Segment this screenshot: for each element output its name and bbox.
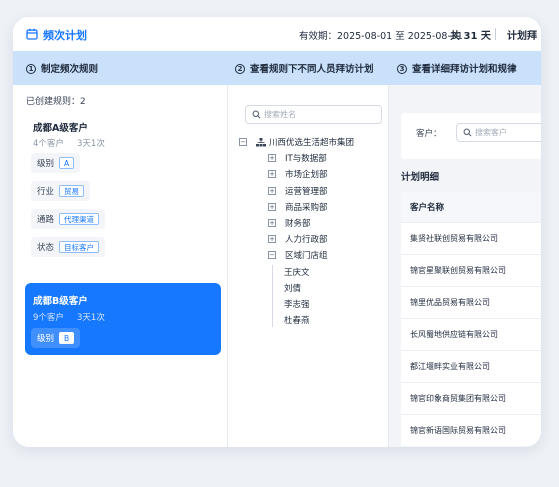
- rule-title: 成都B级客户: [33, 296, 88, 307]
- customer-filter: 客户： 搜索客户: [401, 113, 541, 159]
- tree-node[interactable]: + 财务部: [268, 217, 311, 229]
- condition-tag: 代理渠道: [59, 213, 100, 225]
- condition-channel: 通路 代理渠道: [31, 209, 106, 229]
- customer-table: 客户名称 集贤社联创贸易有限公司 锦官星聚联创贸易有限公司 锦里优品贸易有限公司…: [401, 192, 541, 446]
- tree-node[interactable]: + 人力行政部: [268, 233, 328, 245]
- customer-search-input[interactable]: 搜索客户: [456, 123, 541, 142]
- tree-guide-line: [272, 265, 273, 327]
- expand-icon[interactable]: +: [268, 235, 276, 243]
- tree-node[interactable]: + IT与数据部: [268, 152, 327, 164]
- department-label: 区域门店组: [285, 251, 328, 261]
- collapse-icon[interactable]: −: [268, 251, 276, 259]
- department-label: 市场企划部: [285, 170, 328, 180]
- header-bar: 频次计划 有效期：2025-08-01 至 2025-08-31 共 31 天 …: [13, 17, 541, 51]
- expand-icon[interactable]: +: [268, 219, 276, 227]
- plan-detail-title: 计划明细: [401, 172, 440, 183]
- step-3: 3 查看详细拜访计划和规律: [397, 61, 517, 75]
- tree-root-label: 川西优选生活超市集团: [269, 138, 355, 148]
- header-divider: [495, 28, 496, 40]
- rule-customer-count: 4个客户: [33, 139, 64, 149]
- table-row[interactable]: 锦里优品贸易有限公司: [401, 286, 541, 318]
- search-icon: [252, 110, 261, 119]
- condition-tag: A: [59, 157, 75, 169]
- condition-label: 级别: [37, 334, 55, 344]
- condition-tag: 目标客户: [59, 241, 100, 253]
- expand-icon[interactable]: +: [268, 170, 276, 178]
- column-header[interactable]: 客户名称: [401, 192, 541, 222]
- search-placeholder: 搜索姓名: [264, 110, 296, 119]
- step-number: 1: [26, 64, 36, 74]
- department-label: IT与数据部: [285, 154, 327, 164]
- org-chart-icon: [256, 137, 266, 146]
- collapse-icon[interactable]: −: [239, 138, 247, 146]
- department-label: 运营管理部: [285, 187, 328, 197]
- condition-level: 级别 A: [31, 153, 81, 173]
- rule-frequency: 3天1次: [77, 313, 105, 323]
- department-label: 财务部: [285, 219, 311, 229]
- step-1: 1 制定频次规则: [26, 61, 98, 75]
- rule-count: 已创建规则：2: [26, 97, 86, 107]
- condition-label: 级别: [37, 159, 55, 169]
- expand-icon[interactable]: +: [268, 187, 276, 195]
- step-2: 2 查看规则下不同人员拜访计划: [235, 61, 374, 75]
- condition-label: 行业: [37, 187, 55, 197]
- search-icon: [463, 128, 472, 137]
- tree-node[interactable]: + 商品采购部: [268, 201, 328, 213]
- expand-icon[interactable]: +: [268, 154, 276, 162]
- tree-node[interactable]: + 市场企划部: [268, 168, 328, 180]
- rule-frequency: 3天1次: [77, 139, 105, 149]
- condition-industry: 行业 贸易: [31, 181, 91, 201]
- tree-node[interactable]: − 区域门店组: [268, 249, 328, 261]
- search-placeholder: 搜索客户: [475, 128, 507, 137]
- step-label: 查看详细拜访计划和规律: [412, 64, 517, 75]
- validity-range: 有效期：2025-08-01 至 2025-08-31: [299, 31, 463, 42]
- tree-node[interactable]: + 运营管理部: [268, 185, 328, 197]
- step-number: 2: [235, 64, 245, 74]
- department-label: 人力行政部: [285, 235, 328, 245]
- expand-icon[interactable]: +: [268, 203, 276, 211]
- step-number: 3: [397, 64, 407, 74]
- plan-detail-panel: 客户： 搜索客户 计划明细 客户名称 集贤社联创贸易有限公司 锦官星聚联创贸易有…: [389, 85, 541, 447]
- frequency-plan-card: 频次计划 有效期：2025-08-01 至 2025-08-31 共 31 天 …: [13, 17, 541, 447]
- tree-person[interactable]: 王庆文: [284, 266, 310, 278]
- table-row[interactable]: 锦官星聚联创贸易有限公司: [401, 254, 541, 286]
- condition-tag: B: [59, 332, 75, 344]
- tree-root[interactable]: − 川西优选生活超市集团: [239, 136, 354, 148]
- condition-label: 状态: [37, 243, 55, 253]
- table-row[interactable]: 长风蜀地供应链有限公司: [401, 318, 541, 350]
- condition-status: 状态 目标客户: [31, 237, 106, 257]
- org-tree-panel: 搜索姓名 − 川西优选生活超市集团 + IT与数据部 + 市场企划部 + 运营管理部 …: [228, 85, 388, 447]
- condition-level: 级别 B: [31, 328, 81, 348]
- table-row[interactable]: 锦官印象商贸集团有限公司: [401, 382, 541, 414]
- department-label: 商品采购部: [285, 203, 328, 213]
- rule-card-b-selected[interactable]: 成都B级客户 9个客户 3天1次 级别 B: [25, 283, 221, 355]
- tree-person[interactable]: 李志强: [284, 298, 310, 310]
- name-search-input[interactable]: 搜索姓名: [245, 105, 382, 124]
- step-label: 制定频次规则: [41, 64, 99, 75]
- tree-person[interactable]: 杜春燕: [284, 314, 310, 326]
- rules-panel: 已创建规则：2 成都A级客户 4个客户 3天1次 级别 A 行业 贸易 通路 代理渠道…: [13, 85, 227, 447]
- table-row[interactable]: 锦官新语国际贸易有限公司: [401, 414, 541, 446]
- table-row[interactable]: 都江堰畔实业有限公司: [401, 350, 541, 382]
- total-days: 共 31 天: [450, 31, 491, 42]
- rule-title: 成都A级客户: [33, 123, 88, 134]
- table-row[interactable]: 集贤社联创贸易有限公司: [401, 222, 541, 254]
- condition-tag: 贸易: [59, 185, 85, 197]
- calendar-icon: [26, 28, 38, 40]
- step-label: 查看规则下不同人员拜访计划: [250, 64, 374, 75]
- tree-person[interactable]: 刘倩: [284, 282, 301, 294]
- customer-filter-label: 客户：: [416, 129, 442, 139]
- condition-label: 通路: [37, 215, 55, 225]
- page-title: 频次计划: [43, 29, 87, 42]
- step-bar: 1 制定频次规则 2 查看规则下不同人员拜访计划 3 查看详细拜访计划和规律: [13, 51, 541, 85]
- rule-customer-count: 9个客户: [33, 313, 64, 323]
- plan-visits-label: 计划拜: [507, 31, 537, 42]
